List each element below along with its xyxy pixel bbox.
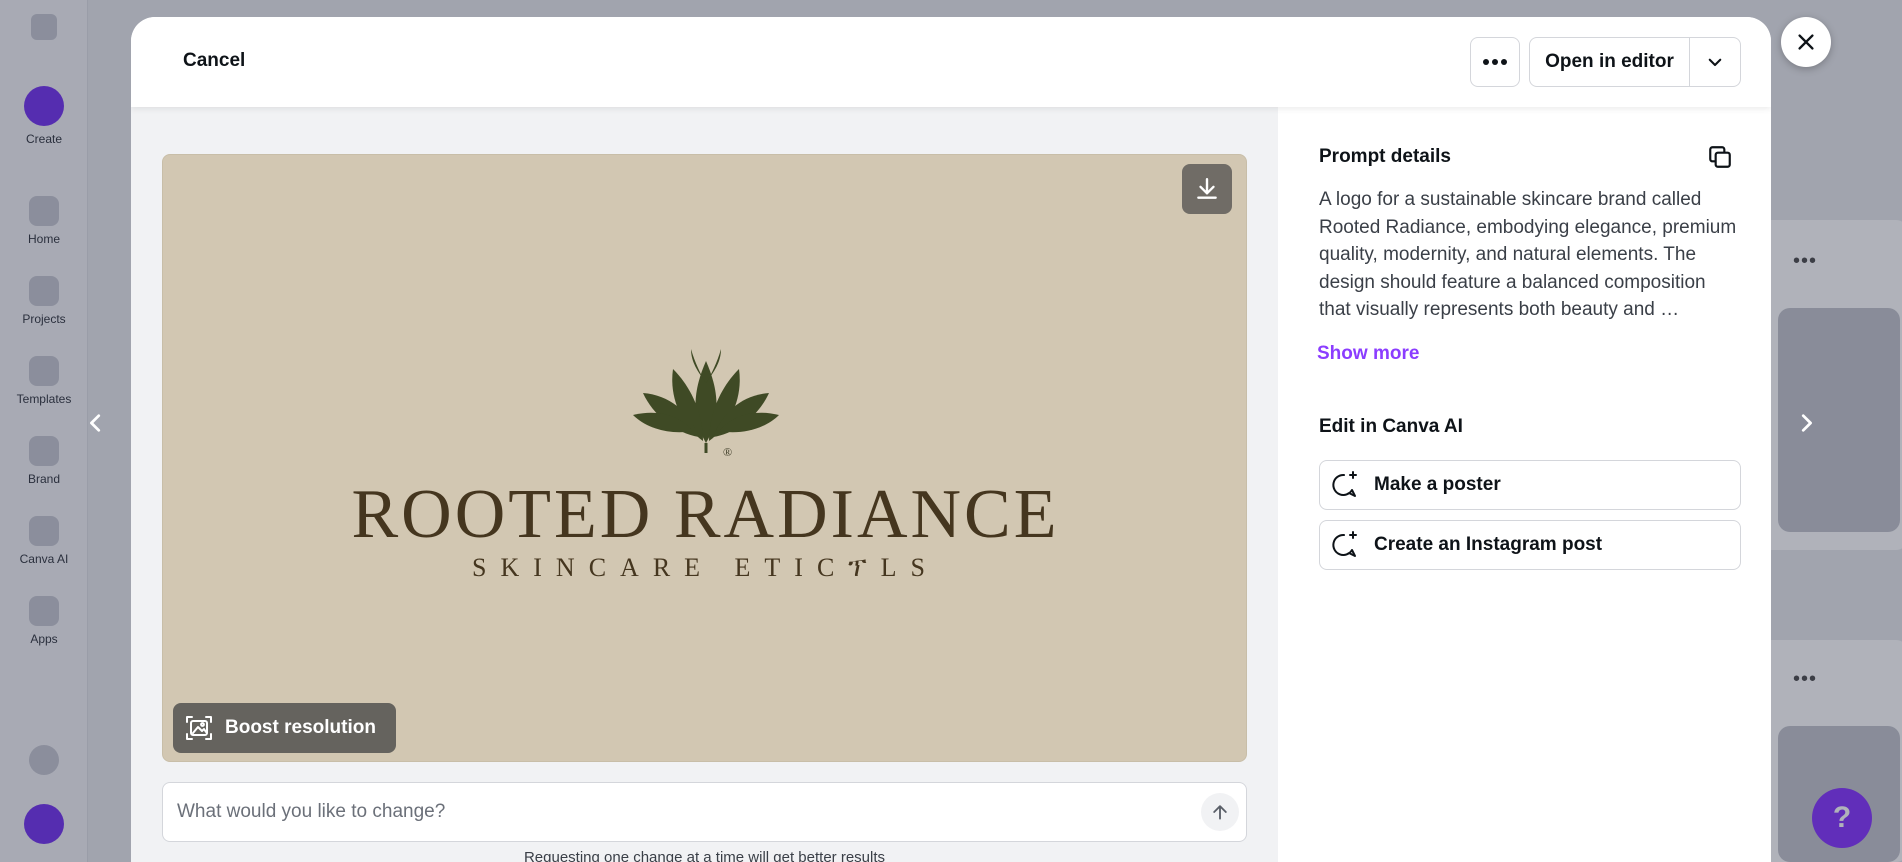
chevron-left-icon [90, 414, 101, 432]
copy-icon [1709, 146, 1731, 168]
sparkle-chat-icon [1332, 471, 1357, 497]
close-button[interactable] [1781, 17, 1831, 67]
create-instagram-post-label: Create an Instagram post [1374, 534, 1603, 555]
cancel-button[interactable]: Cancel [167, 43, 261, 79]
make-a-poster-button[interactable]: Make a poster [1319, 460, 1741, 510]
image-enhance-icon [186, 716, 212, 740]
generated-logo-image: ® ROOTED RADIANCE SKINCARE ETICፕLS Boost… [162, 154, 1247, 762]
open-in-editor-group: Open in editor [1529, 37, 1741, 87]
make-a-poster-label: Make a poster [1374, 474, 1501, 495]
leaf-sprout-logo [633, 349, 779, 453]
chevron-down-icon [1708, 58, 1722, 67]
chevron-right-icon [1801, 414, 1812, 432]
download-icon [1197, 178, 1217, 199]
copy-prompt-button[interactable] [1704, 141, 1736, 173]
sparkle-chat-icon [1332, 531, 1357, 557]
close-icon [1798, 34, 1814, 50]
arrow-up-icon [1213, 805, 1227, 820]
open-in-editor-button[interactable]: Open in editor [1530, 38, 1690, 86]
previous-image-button[interactable] [76, 393, 116, 453]
ellipsis-icon [1483, 59, 1507, 65]
prompt-details-heading: Prompt details [1319, 146, 1451, 167]
change-request-input[interactable] [177, 783, 1167, 841]
download-button[interactable] [1182, 164, 1232, 214]
registered-mark: ® [723, 445, 733, 459]
edit-in-canva-ai-heading: Edit in Canva AI [1319, 416, 1463, 437]
change-request-field [162, 782, 1247, 842]
create-instagram-post-button[interactable]: Create an Instagram post [1319, 520, 1741, 570]
send-button[interactable] [1201, 793, 1239, 831]
prompt-text: A logo for a sustainable skincare brand … [1319, 189, 1737, 320]
logo-tagline: SKINCARE ETICፕLS [472, 553, 939, 582]
change-hint-text: Requesting one change at a time will get… [523, 849, 886, 862]
open-in-editor-dropdown[interactable] [1690, 38, 1740, 86]
boost-resolution-button[interactable]: Boost resolution [173, 703, 396, 753]
next-image-button[interactable] [1786, 393, 1826, 453]
preview-pane: ® ROOTED RADIANCE SKINCARE ETICፕLS Boost… [131, 107, 1278, 862]
modal-header: Cancel Open in editor [131, 17, 1771, 107]
show-more-link[interactable]: Show more [1317, 343, 1419, 365]
image-preview-modal: Cancel Open in editor ® ROOTED RADIANCE … [131, 17, 1771, 862]
more-options-button[interactable] [1470, 37, 1520, 87]
logo-brand-name: ROOTED RADIANCE [351, 476, 1060, 553]
boost-resolution-label: Boost resolution [225, 717, 376, 738]
